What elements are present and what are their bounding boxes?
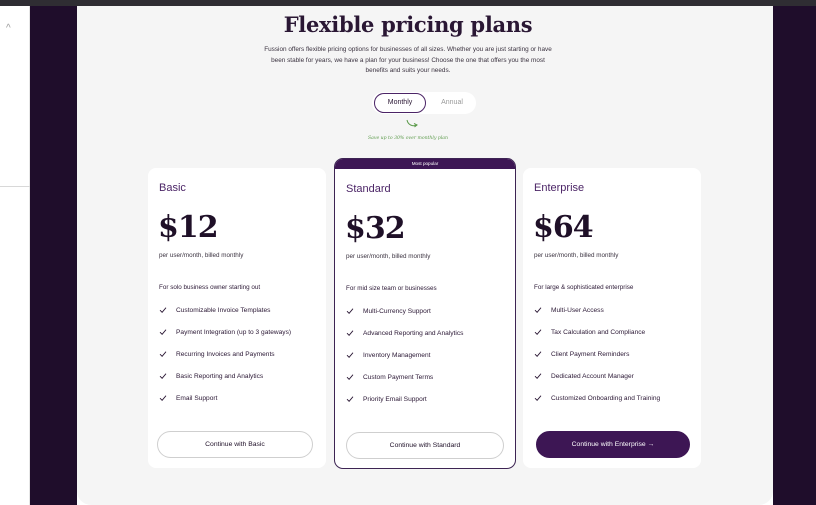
plan-billing-note: per user/month, billed monthly xyxy=(159,252,244,259)
plan-audience: For solo business owner starting out xyxy=(159,284,261,291)
feature-item: Email Support xyxy=(159,387,329,409)
feature-list: Customizable Invoice Templates Payment I… xyxy=(159,299,329,409)
feature-item: Dedicated Account Manager xyxy=(534,365,704,387)
subtitle-line: benefits and suits your needs. xyxy=(365,67,451,74)
feature-item: Inventory Management xyxy=(346,344,515,366)
page-title: Flexible pricing plans xyxy=(283,12,533,37)
page-frame-right xyxy=(773,6,816,505)
plan-billing-note: per user/month, billed monthly xyxy=(346,253,431,260)
plan-name: Basic xyxy=(159,182,186,194)
feature-label: Client Payment Reminders xyxy=(551,350,630,358)
plan-price: $12 xyxy=(158,210,219,245)
feature-label: Customized Onboarding and Training xyxy=(551,394,661,402)
feature-item: Tax Calculation and Compliance xyxy=(534,321,704,343)
subtitle-line: been stable for years, we have a plan fo… xyxy=(271,56,545,64)
feature-label: Basic Reporting and Analytics xyxy=(176,372,264,380)
plan-audience: For mid size team or businesses xyxy=(346,285,437,292)
check-icon xyxy=(346,352,354,358)
continue-enterprise-button[interactable]: Continue with Enterprise → xyxy=(536,431,690,458)
plan-audience: For large & sophisticated enterprise xyxy=(534,284,634,291)
feature-item: Payment Integration (up to 3 gateways) xyxy=(159,321,329,343)
feature-label: Email Support xyxy=(176,394,218,402)
plan-price: $64 xyxy=(533,210,594,245)
feature-label: Priority Email Support xyxy=(363,395,427,403)
feature-label: Inventory Management xyxy=(363,351,431,359)
feature-label: Customizable Invoice Templates xyxy=(176,306,271,314)
plan-billing-note: per user/month, billed monthly xyxy=(534,252,619,259)
editor-gutter: ^ xyxy=(0,6,30,505)
page-subtitle: Fussion offers flexible pricing options … xyxy=(243,45,573,77)
check-icon xyxy=(159,373,167,379)
check-icon xyxy=(534,373,542,379)
feature-item: Customized Onboarding and Training xyxy=(534,387,704,409)
check-icon xyxy=(346,396,354,402)
annual-toggle-option[interactable]: Annual xyxy=(430,93,474,113)
feature-label: Multi-User Access xyxy=(551,306,604,314)
check-icon xyxy=(346,374,354,380)
feature-list: Multi-Currency Support Advanced Reportin… xyxy=(346,300,515,410)
check-icon xyxy=(159,395,167,401)
plan-card-enterprise: Enterprise $64 per user/month, billed mo… xyxy=(523,168,701,468)
feature-item: Customizable Invoice Templates xyxy=(159,299,329,321)
subtitle-line: Fussion offers flexible pricing options … xyxy=(264,46,552,53)
feature-item: Priority Email Support xyxy=(346,388,515,410)
feature-item: Basic Reporting and Analytics xyxy=(159,365,329,387)
feature-item: Recurring Invoices and Payments xyxy=(159,343,329,365)
feature-label: Advanced Reporting and Analytics xyxy=(363,329,464,337)
feature-label: Recurring Invoices and Payments xyxy=(176,350,275,358)
plan-name: Enterprise xyxy=(534,182,585,194)
check-icon xyxy=(159,329,167,335)
check-icon xyxy=(159,307,167,313)
curved-arrow-icon xyxy=(406,119,418,128)
feature-label: Multi-Currency Support xyxy=(363,307,431,315)
feature-item: Multi-Currency Support xyxy=(346,300,515,322)
feature-item: Custom Payment Terms xyxy=(346,366,515,388)
check-icon xyxy=(534,329,542,335)
monthly-toggle-option[interactable]: Monthly xyxy=(374,93,426,113)
plan-card-standard: Most popular Standard $32 per user/month… xyxy=(334,158,516,469)
feature-label: Tax Calculation and Compliance xyxy=(551,328,646,336)
page-frame-left xyxy=(30,6,77,505)
check-icon xyxy=(534,307,542,313)
feature-list: Multi-User Access Tax Calculation and Co… xyxy=(534,299,704,409)
feature-item: Client Payment Reminders xyxy=(534,343,704,365)
check-icon xyxy=(346,330,354,336)
most-popular-badge: Most popular xyxy=(335,159,515,169)
feature-item: Multi-User Access xyxy=(534,299,704,321)
continue-basic-button[interactable]: Continue with Basic xyxy=(157,431,313,458)
feature-label: Custom Payment Terms xyxy=(363,373,434,381)
gutter-divider xyxy=(0,186,30,187)
feature-label: Payment Integration (up to 3 gateways) xyxy=(176,328,292,336)
save-note: Save up to 30% over monthly plan xyxy=(367,136,448,141)
billing-toggle: Monthly Annual xyxy=(372,92,476,114)
check-icon xyxy=(534,395,542,401)
plan-price: $32 xyxy=(345,211,406,246)
check-icon xyxy=(346,308,354,314)
continue-standard-button[interactable]: Continue with Standard xyxy=(346,432,504,459)
feature-item: Advanced Reporting and Analytics xyxy=(346,322,515,344)
plan-card-basic: Basic $12 per user/month, billed monthly… xyxy=(148,168,326,468)
feature-label: Dedicated Account Manager xyxy=(551,372,634,380)
plan-name: Standard xyxy=(346,183,391,195)
check-icon xyxy=(534,351,542,357)
check-icon xyxy=(159,351,167,357)
